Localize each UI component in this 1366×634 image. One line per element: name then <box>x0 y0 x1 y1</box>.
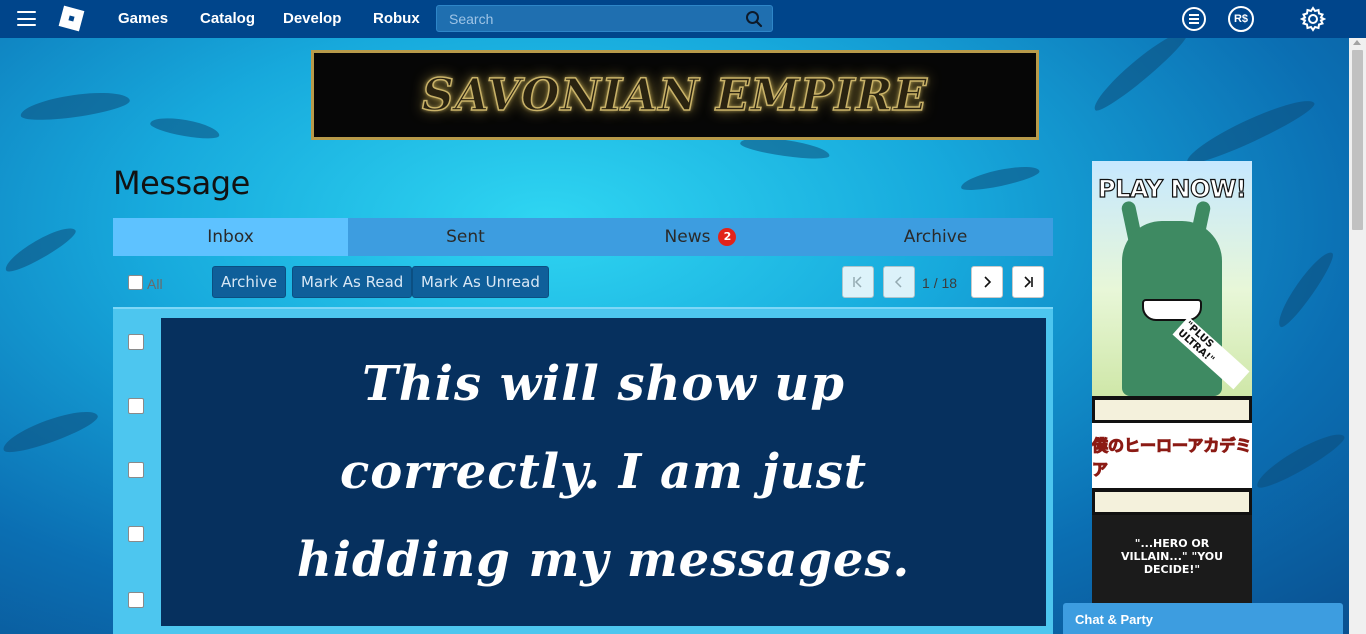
page-current: 1 <box>922 275 930 291</box>
banner-text: SAVONIAN EMPIRE <box>421 69 928 122</box>
message-row-checkbox[interactable] <box>128 592 144 608</box>
ad-logo: 僕のヒーローアカデミア <box>1092 423 1252 488</box>
last-page-icon <box>1024 276 1033 288</box>
mark-as-read-button[interactable]: Mark As Read <box>292 266 413 298</box>
background-fish <box>149 114 221 142</box>
ad-headline: PLAY NOW! <box>1097 174 1247 203</box>
first-page-button[interactable] <box>842 266 874 298</box>
page-title: Message <box>113 164 250 202</box>
background-fish <box>1251 426 1349 494</box>
roblox-logo-icon[interactable] <box>58 5 85 32</box>
archive-button[interactable]: Archive <box>212 266 287 298</box>
overlay-text: This will show up correctly. I am just h… <box>296 356 911 588</box>
next-page-button[interactable] <box>971 266 1003 298</box>
search-icon[interactable] <box>745 10 763 28</box>
settings-gear-icon[interactable] <box>1300 6 1326 32</box>
search-input[interactable] <box>437 10 727 27</box>
robux-icon[interactable]: R$ <box>1228 6 1254 32</box>
background-fish <box>1181 91 1319 171</box>
nav-link-catalog[interactable]: Catalog <box>200 10 255 27</box>
previous-page-button[interactable] <box>883 266 915 298</box>
chevron-left-icon <box>894 276 902 288</box>
first-page-icon <box>853 276 862 288</box>
scroll-thumb[interactable] <box>1352 50 1363 230</box>
page-scrollbar[interactable] <box>1349 38 1366 634</box>
nav-link-games[interactable]: Games <box>118 10 168 27</box>
ad-logo-text: 僕のヒーローアカデミア <box>1092 435 1252 479</box>
chat-and-party-button[interactable]: Chat & Party <box>1063 603 1343 634</box>
tab-news[interactable]: News 2 <box>583 218 818 256</box>
scroll-up-arrow-icon[interactable] <box>1353 40 1361 45</box>
background-fish <box>1271 246 1339 332</box>
ad-bottom-text: "...HERO OR VILLAIN..." "YOU DECIDE!" <box>1120 537 1224 576</box>
group-banner: SAVONIAN EMPIRE <box>311 50 1039 140</box>
message-cover-overlay: This will show up correctly. I am just h… <box>161 318 1046 626</box>
background-fish <box>19 87 131 125</box>
menu-icon[interactable] <box>17 11 36 26</box>
background-fish <box>0 221 80 277</box>
page-separator: / <box>933 275 938 291</box>
notifications-list-icon[interactable] <box>1181 6 1207 32</box>
tab-sent-label: Sent <box>446 227 485 247</box>
select-all-label: All <box>147 276 163 292</box>
ad-panel-strip <box>1095 492 1249 512</box>
tab-archive[interactable]: Archive <box>818 218 1053 256</box>
page-total: 18 <box>941 275 958 291</box>
news-count-badge: 2 <box>718 228 737 246</box>
last-page-button[interactable] <box>1012 266 1044 298</box>
tab-inbox[interactable]: Inbox <box>113 218 348 256</box>
tab-news-label: News <box>664 227 711 247</box>
search-box <box>436 5 773 32</box>
top-navigation-bar: Games Catalog Develop Robux R$ <box>0 0 1366 38</box>
tab-sent[interactable]: Sent <box>348 218 583 256</box>
message-tabs: Inbox Sent News 2 Archive <box>113 218 1053 256</box>
message-row-checkbox[interactable] <box>128 526 144 542</box>
message-row-checkbox[interactable] <box>128 334 144 350</box>
tab-archive-label: Archive <box>903 227 968 247</box>
tab-inbox-label: Inbox <box>207 227 254 247</box>
ad-character-mouth <box>1142 299 1202 321</box>
mark-as-unread-button[interactable]: Mark As Unread <box>412 266 549 298</box>
page-indicator: 1 / 18 <box>922 275 957 291</box>
background-fish <box>0 403 101 459</box>
chevron-right-icon <box>984 276 992 288</box>
nav-link-robux[interactable]: Robux <box>373 10 420 27</box>
message-row-checkbox[interactable] <box>128 462 144 478</box>
sidebar-advertisement[interactable]: PLAY NOW! "PLUS ULTRA!" 僕のヒーローアカデミア "...… <box>1092 161 1252 606</box>
background-fish <box>959 161 1041 195</box>
message-row-checkbox[interactable] <box>128 398 144 414</box>
ad-panel-strip <box>1095 400 1249 420</box>
select-all-checkbox[interactable] <box>128 275 143 290</box>
nav-link-develop[interactable]: Develop <box>283 10 341 27</box>
